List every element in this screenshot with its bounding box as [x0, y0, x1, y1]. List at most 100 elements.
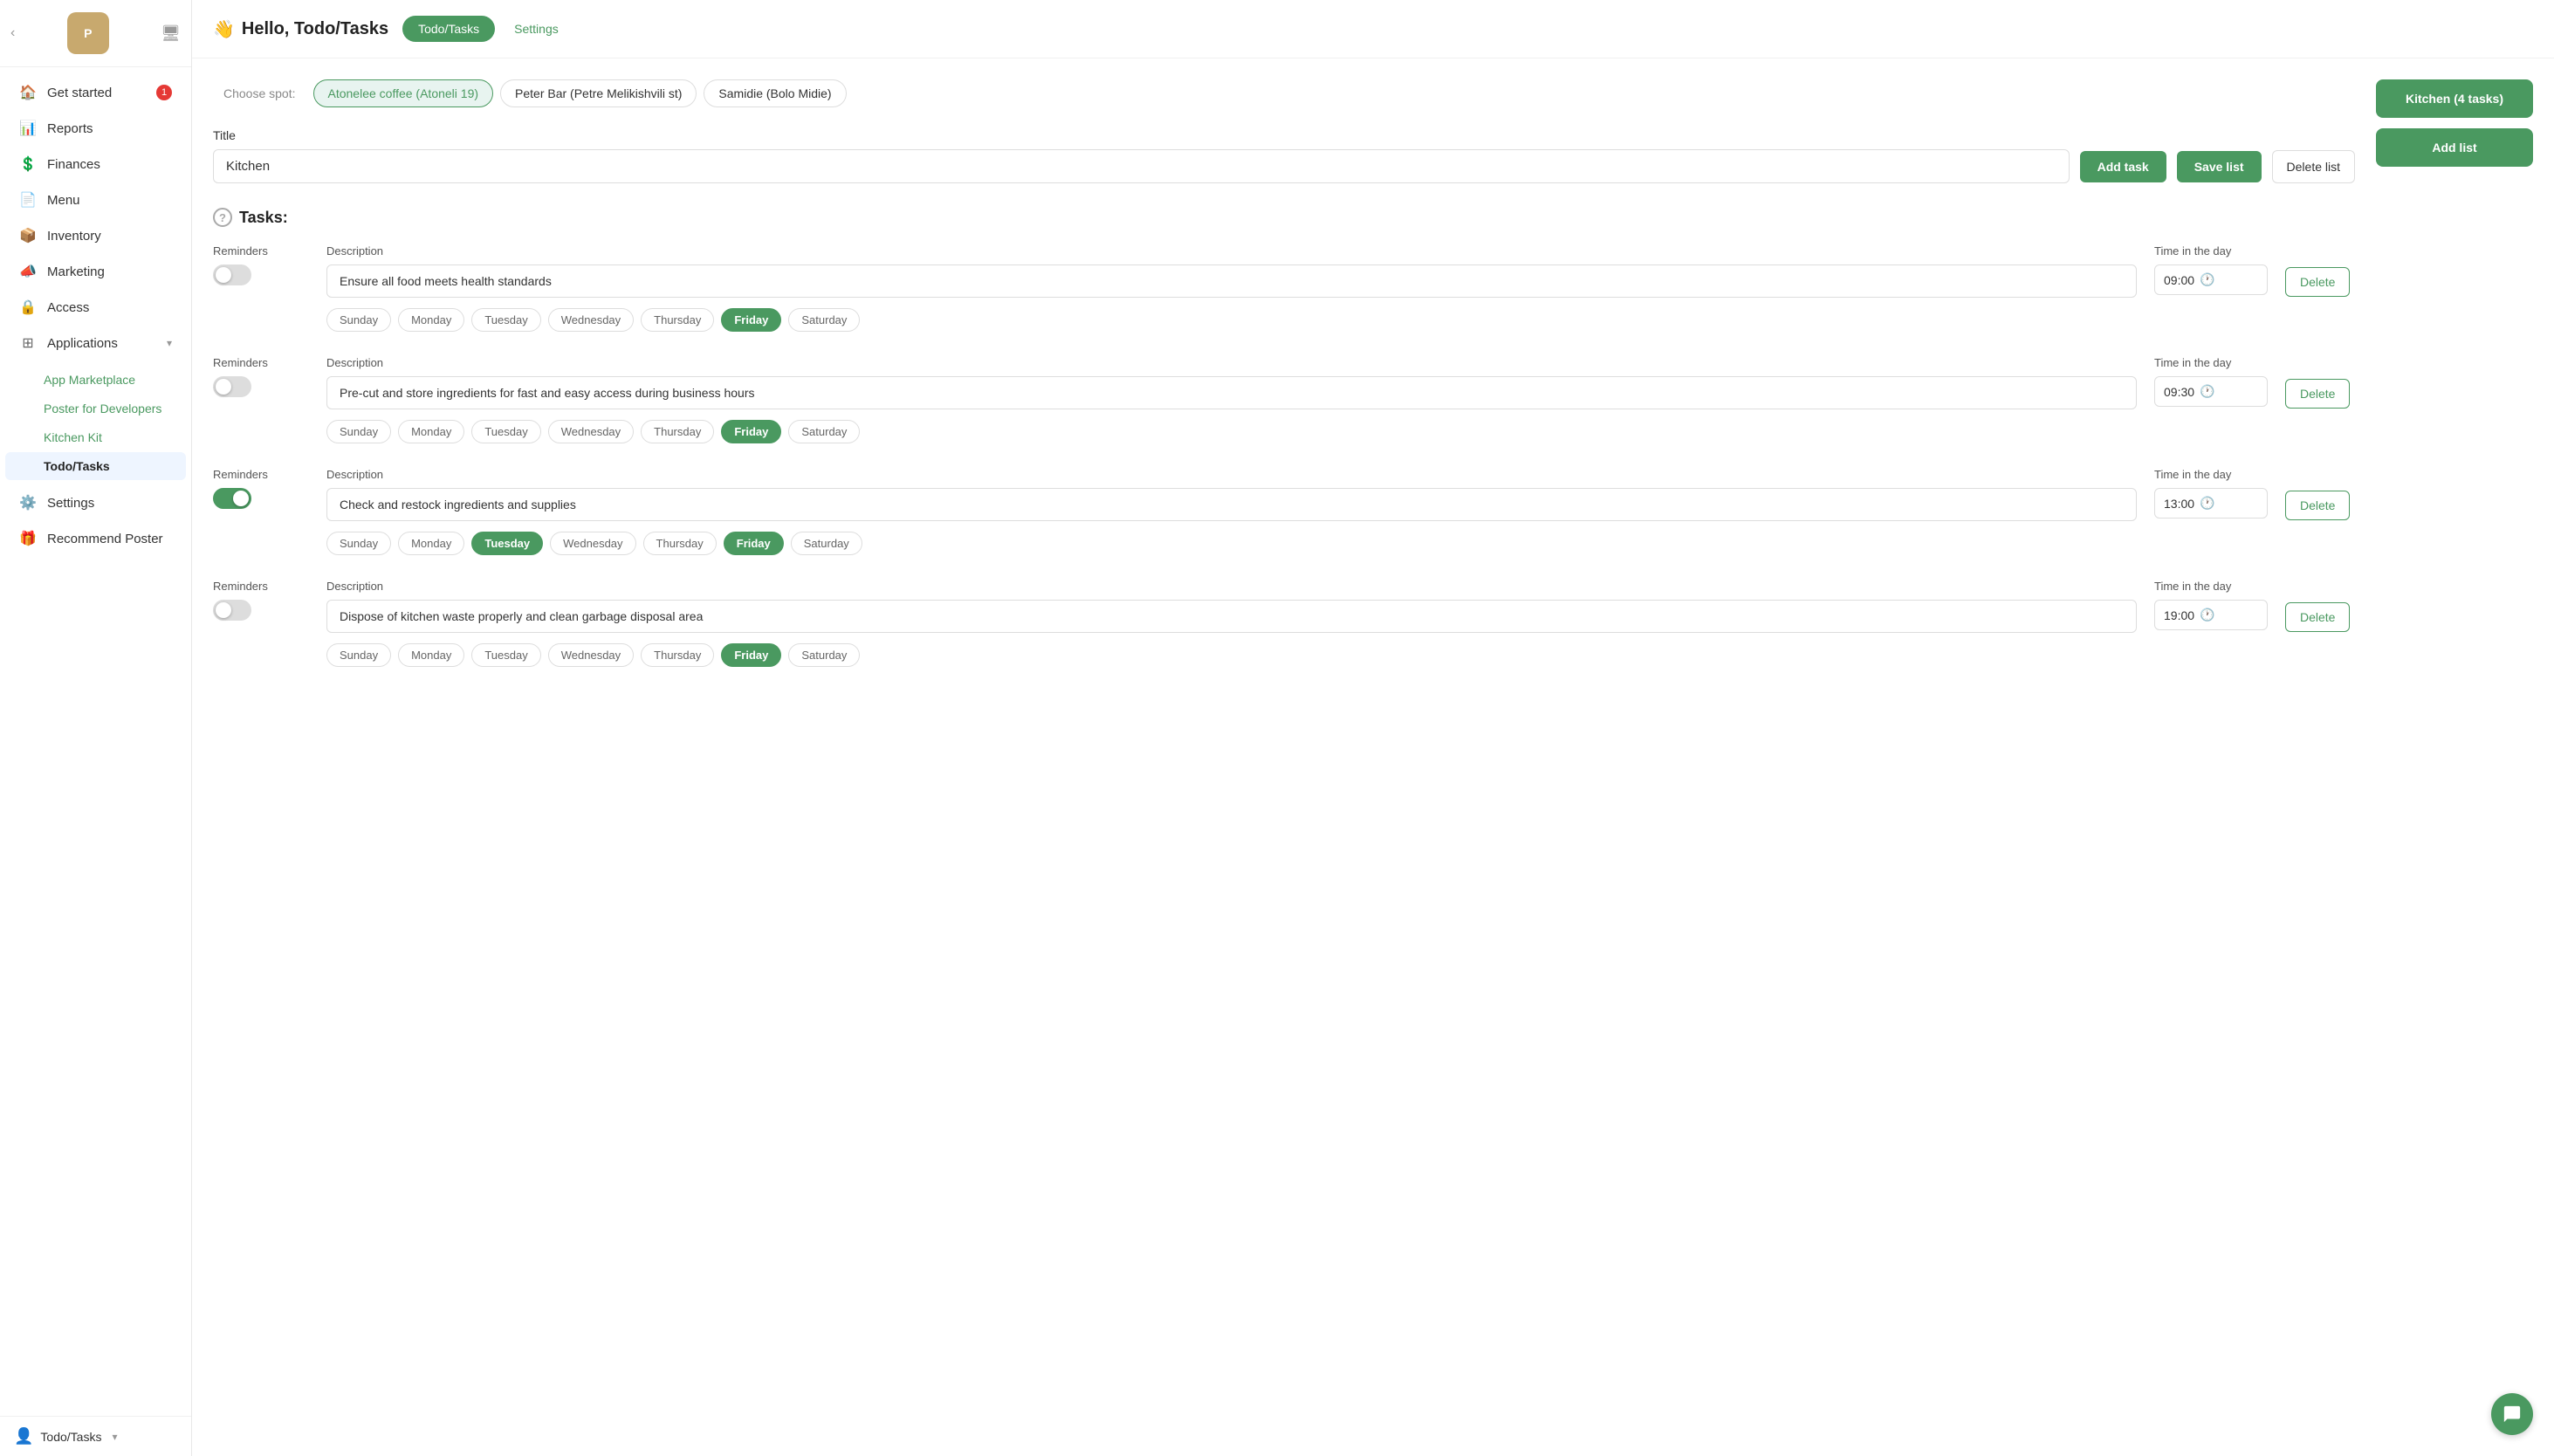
- time-input-4[interactable]: 19:00 🕐: [2154, 600, 2268, 630]
- spot-tab-atonelee[interactable]: Atonelee coffee (Atoneli 19): [313, 79, 494, 107]
- spot-tab-peter-bar[interactable]: Peter Bar (Petre Melikishvili st): [500, 79, 697, 107]
- day-wednesday-4[interactable]: Wednesday: [548, 643, 634, 667]
- time-input-2[interactable]: 09:30 🕐: [2154, 376, 2268, 407]
- reminder-toggle-2[interactable]: [213, 376, 251, 397]
- sidebar-item-inventory[interactable]: 📦 Inventory: [5, 218, 186, 253]
- time-input-3[interactable]: 13:00 🕐: [2154, 488, 2268, 519]
- sidebar-item-get-started[interactable]: 🏠 Get started 1: [5, 75, 186, 110]
- greeting-text: Hello, Todo/Tasks: [242, 19, 388, 39]
- day-sunday-4[interactable]: Sunday: [326, 643, 391, 667]
- monitor-icon[interactable]: 🖥: [161, 24, 181, 43]
- day-wednesday-3[interactable]: Wednesday: [550, 532, 635, 555]
- sidebar-item-finances[interactable]: 💲 Finances: [5, 147, 186, 182]
- day-friday-1[interactable]: Friday: [721, 308, 781, 332]
- desc-input-2[interactable]: [326, 376, 2137, 409]
- day-friday-3[interactable]: Friday: [724, 532, 784, 555]
- reminder-toggle-3[interactable]: [213, 488, 251, 509]
- add-task-button[interactable]: Add task: [2080, 151, 2166, 182]
- home-icon: 🏠: [19, 84, 37, 101]
- sidebar-item-recommend[interactable]: 🎁 Recommend Poster: [5, 521, 186, 556]
- spot-tab-samidie[interactable]: Samidie (Bolo Midie): [704, 79, 846, 107]
- sidebar-item-menu[interactable]: 📄 Menu: [5, 182, 186, 217]
- desc-label-1: Description: [326, 244, 2137, 258]
- desc-input-1[interactable]: [326, 264, 2137, 298]
- day-friday-4[interactable]: Friday: [721, 643, 781, 667]
- wave-emoji: 👋: [213, 18, 235, 40]
- day-wednesday-1[interactable]: Wednesday: [548, 308, 634, 332]
- sidebar-item-todo-tasks[interactable]: Todo/Tasks: [5, 452, 186, 480]
- day-thursday-4[interactable]: Thursday: [641, 643, 714, 667]
- day-monday-3[interactable]: Monday: [398, 532, 464, 555]
- day-saturday-4[interactable]: Saturday: [788, 643, 860, 667]
- title-input[interactable]: [213, 149, 2070, 183]
- save-list-button[interactable]: Save list: [2177, 151, 2262, 182]
- sidebar-item-access[interactable]: 🔒 Access: [5, 290, 186, 325]
- sidebar-item-settings[interactable]: ⚙️ Settings: [5, 485, 186, 520]
- content-right: Kitchen (4 tasks) Add list: [2376, 79, 2533, 1435]
- add-list-button[interactable]: Add list: [2376, 128, 2533, 167]
- notification-badge: 1: [156, 85, 172, 100]
- sidebar-item-reports[interactable]: 📊 Reports: [5, 111, 186, 146]
- task-block-2: Reminders Description Time in the day 09…: [213, 356, 2355, 443]
- day-saturday-2[interactable]: Saturday: [788, 420, 860, 443]
- desc-label-4: Description: [326, 580, 2137, 593]
- sidebar-item-app-marketplace[interactable]: App Marketplace: [5, 366, 186, 394]
- desc-input-4[interactable]: [326, 600, 2137, 633]
- day-sunday-3[interactable]: Sunday: [326, 532, 391, 555]
- kitchen-tasks-button[interactable]: Kitchen (4 tasks): [2376, 79, 2533, 118]
- task-row-4: Reminders Description Time in the day 19…: [213, 580, 2355, 633]
- finances-icon: 💲: [19, 155, 37, 173]
- clock-icon-3: 🕐: [2200, 496, 2214, 511]
- reminder-toggle-4[interactable]: [213, 600, 251, 621]
- day-saturday-3[interactable]: Saturday: [791, 532, 862, 555]
- sidebar-item-kitchen-kit[interactable]: Kitchen Kit: [5, 423, 186, 451]
- day-monday-2[interactable]: Monday: [398, 420, 464, 443]
- chat-bubble[interactable]: [2491, 1393, 2533, 1435]
- task-block-4: Reminders Description Time in the day 19…: [213, 580, 2355, 667]
- day-tuesday-1[interactable]: Tuesday: [471, 308, 540, 332]
- day-monday-1[interactable]: Monday: [398, 308, 464, 332]
- day-friday-2[interactable]: Friday: [721, 420, 781, 443]
- day-sunday-2[interactable]: Sunday: [326, 420, 391, 443]
- day-thursday-1[interactable]: Thursday: [641, 308, 714, 332]
- time-input-1[interactable]: 09:00 🕐: [2154, 264, 2268, 295]
- tab-settings[interactable]: Settings: [498, 16, 574, 42]
- day-thursday-2[interactable]: Thursday: [641, 420, 714, 443]
- day-tuesday-4[interactable]: Tuesday: [471, 643, 540, 667]
- delete-task-button-4[interactable]: Delete: [2285, 602, 2350, 632]
- main-body: Choose spot: Atonelee coffee (Atoneli 19…: [192, 58, 2554, 1456]
- settings-icon: ⚙️: [19, 494, 37, 512]
- sidebar-user[interactable]: 👤 Todo/Tasks ▾: [0, 1416, 191, 1456]
- sidebar-item-marketing[interactable]: 📣 Marketing: [5, 254, 186, 289]
- day-saturday-1[interactable]: Saturday: [788, 308, 860, 332]
- desc-input-3[interactable]: [326, 488, 2137, 521]
- clock-icon-2: 🕐: [2200, 384, 2214, 399]
- reminders-col-2: Reminders: [213, 356, 309, 397]
- day-wednesday-2[interactable]: Wednesday: [548, 420, 634, 443]
- tasks-heading: ? Tasks:: [213, 208, 2355, 227]
- day-sunday-1[interactable]: Sunday: [326, 308, 391, 332]
- day-tuesday-3[interactable]: Tuesday: [471, 532, 543, 555]
- main-header: 👋 Hello, Todo/Tasks Todo/Tasks Settings: [192, 0, 2554, 58]
- sidebar-item-applications[interactable]: ⊞ Applications ▾: [5, 326, 186, 361]
- delete-task-button-1[interactable]: Delete: [2285, 267, 2350, 297]
- day-monday-4[interactable]: Monday: [398, 643, 464, 667]
- day-tuesday-2[interactable]: Tuesday: [471, 420, 540, 443]
- delete-list-button[interactable]: Delete list: [2272, 150, 2355, 183]
- reminder-toggle-1[interactable]: [213, 264, 251, 285]
- sidebar-top: ‹ P 🖥: [0, 0, 191, 67]
- time-col-4: Time in the day 19:00 🕐: [2154, 580, 2268, 630]
- delete-col-1: Delete: [2285, 244, 2355, 297]
- delete-task-button-3[interactable]: Delete: [2285, 491, 2350, 520]
- time-value-4: 19:00: [2164, 608, 2194, 622]
- desc-col-4: Description: [326, 580, 2137, 633]
- day-thursday-3[interactable]: Thursday: [643, 532, 717, 555]
- time-value-1: 09:00: [2164, 273, 2194, 287]
- spot-label: Choose spot:: [213, 81, 306, 106]
- reminders-label-4: Reminders: [213, 580, 309, 593]
- tab-todo-tasks[interactable]: Todo/Tasks: [402, 16, 495, 42]
- time-col-1: Time in the day 09:00 🕐: [2154, 244, 2268, 295]
- back-icon[interactable]: ‹: [10, 25, 15, 41]
- delete-task-button-2[interactable]: Delete: [2285, 379, 2350, 409]
- sidebar-item-poster-for-developers[interactable]: Poster for Developers: [5, 395, 186, 422]
